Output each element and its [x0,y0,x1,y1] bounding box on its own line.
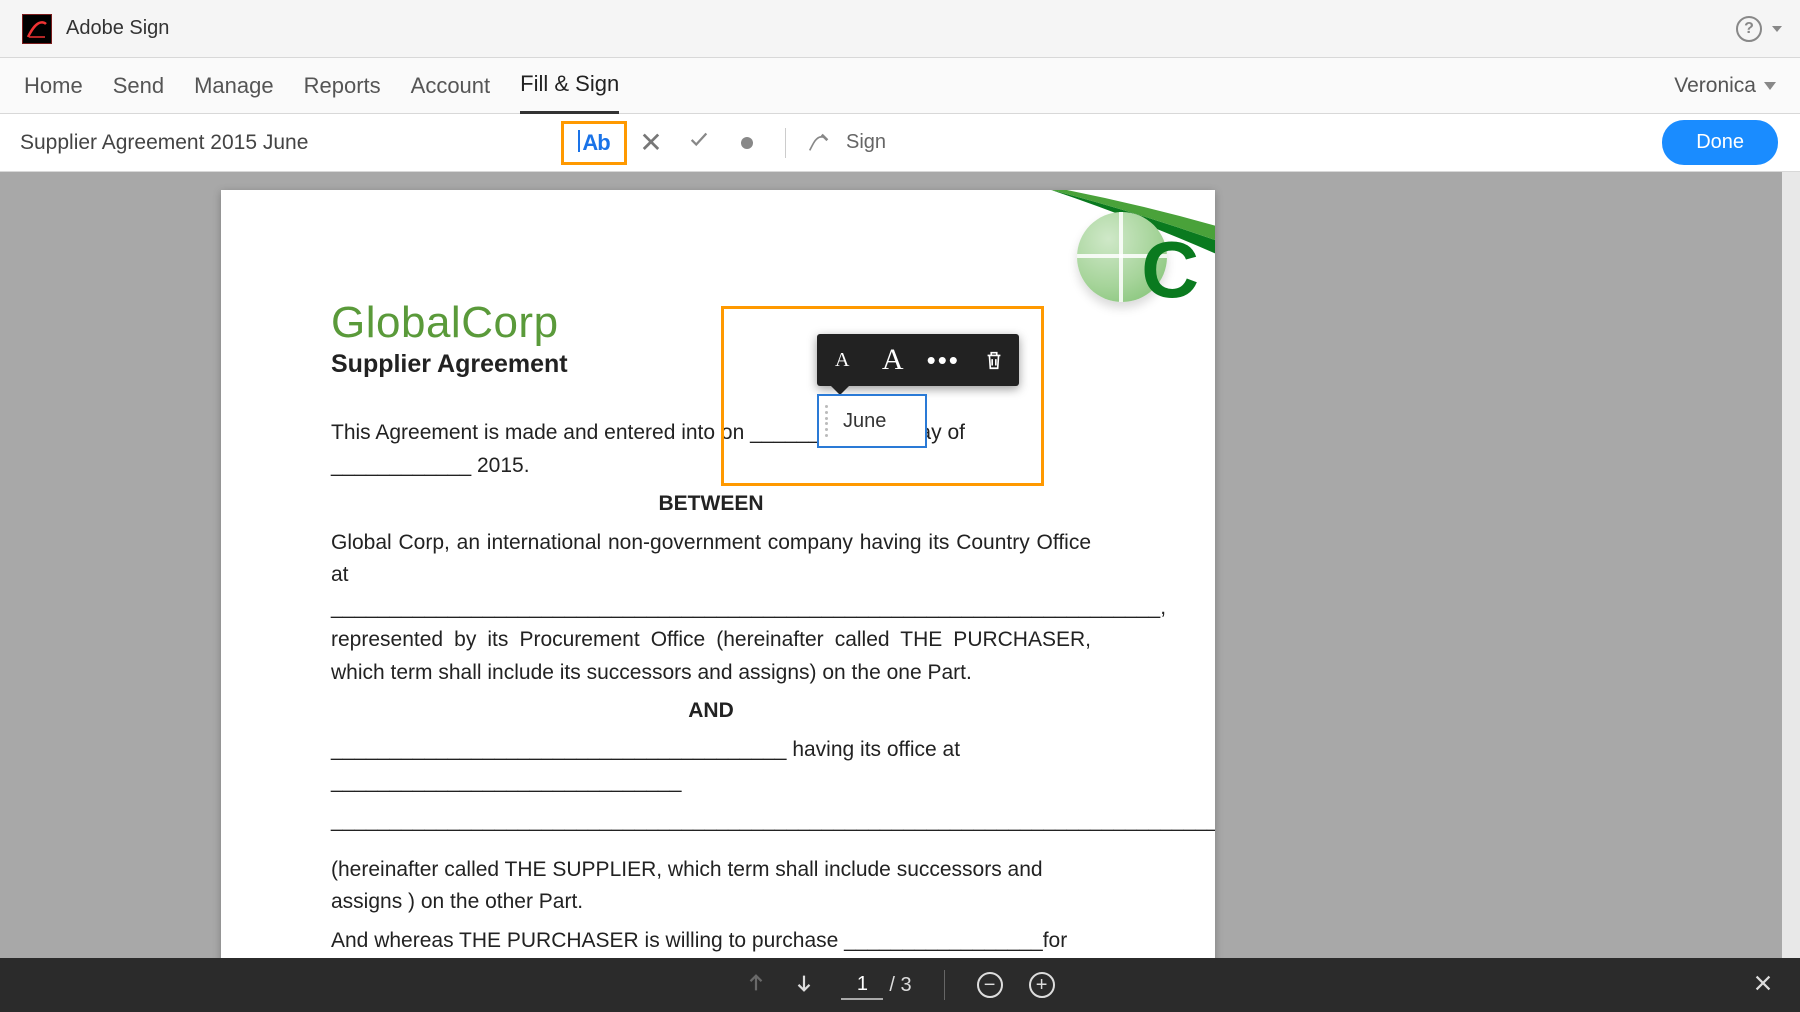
doc-para2a: _______________________________________ … [331,734,1091,799]
next-page-button[interactable] [793,972,815,999]
pager-separator [944,970,945,1000]
close-pager-button[interactable] [1752,972,1774,999]
document-title: Supplier Agreement 2015 June [20,131,308,155]
current-page-input[interactable] [841,970,883,1000]
document-canvas[interactable]: C GlobalCorp Supplier Agreement This Agr… [0,172,1800,958]
total-pages-label: / 3 [889,974,911,997]
scrollbar[interactable] [1782,172,1800,958]
drag-handle-icon[interactable] [825,404,833,438]
nav-manage[interactable]: Manage [194,59,274,113]
globalcorp-logo: C [1077,212,1175,310]
app-bar: Adobe Sign ? [0,0,1800,58]
toolbar-separator [785,128,786,158]
zoom-in-button[interactable]: + [1029,972,1055,998]
previous-page-button[interactable] [745,972,767,999]
doc-para2b: ________________________________________… [331,805,1091,838]
text-input-field[interactable]: June [817,394,927,448]
dot-tool[interactable] [723,122,771,164]
doc-para4: And whereas THE PURCHASER is willing to … [331,925,1091,958]
signature-icon [806,130,832,156]
decrease-text-size-button[interactable]: A [822,340,862,380]
app-logo [22,14,52,44]
delete-field-button[interactable] [974,340,1014,380]
done-button[interactable]: Done [1662,120,1778,165]
user-menu[interactable]: Veronica [1674,74,1776,98]
text-field-value: June [843,410,886,433]
app-menu-caret-icon[interactable] [1772,26,1782,32]
page-navigation-bar: / 3 − + [0,958,1800,1012]
nav-fill-sign[interactable]: Fill & Sign [520,57,619,114]
add-text-tool[interactable]: Ab [561,121,627,165]
doc-line-intro: This Agreement is made and entered into … [331,417,1091,482]
field-format-toolbar: A A ••• [817,334,1019,386]
nav-account[interactable]: Account [411,59,491,113]
nav-send[interactable]: Send [113,59,164,113]
doc-between: BETWEEN [331,488,1091,521]
doc-and: AND [331,695,1091,728]
main-nav: Home Send Manage Reports Account Fill & … [0,58,1800,114]
sign-tool[interactable]: Sign [806,130,886,156]
doc-para1: Global Corp, an international non-govern… [331,527,1091,690]
help-icon[interactable]: ? [1736,16,1762,42]
nav-reports[interactable]: Reports [304,59,381,113]
text-tool-label: Ab [582,130,609,156]
check-mark-tool[interactable] [675,122,723,164]
app-title: Adobe Sign [66,17,169,40]
more-options-button[interactable]: ••• [923,340,963,380]
nav-home[interactable]: Home [24,59,83,113]
zoom-out-button[interactable]: − [977,972,1003,998]
sign-label: Sign [846,131,886,154]
document-page[interactable]: C GlobalCorp Supplier Agreement This Agr… [221,190,1215,958]
cross-mark-tool[interactable]: ✕ [627,122,675,164]
page-indicator: / 3 [841,970,911,1000]
document-body: GlobalCorp Supplier Agreement This Agree… [331,298,1091,958]
user-name: Veronica [1674,74,1756,98]
doc-para3: (hereinafter called THE SUPPLIER, which … [331,854,1091,919]
chevron-down-icon [1764,82,1776,90]
increase-text-size-button[interactable]: A [873,340,913,380]
fill-sign-toolbar: Supplier Agreement 2015 June Ab ✕ Sign D… [0,114,1800,172]
